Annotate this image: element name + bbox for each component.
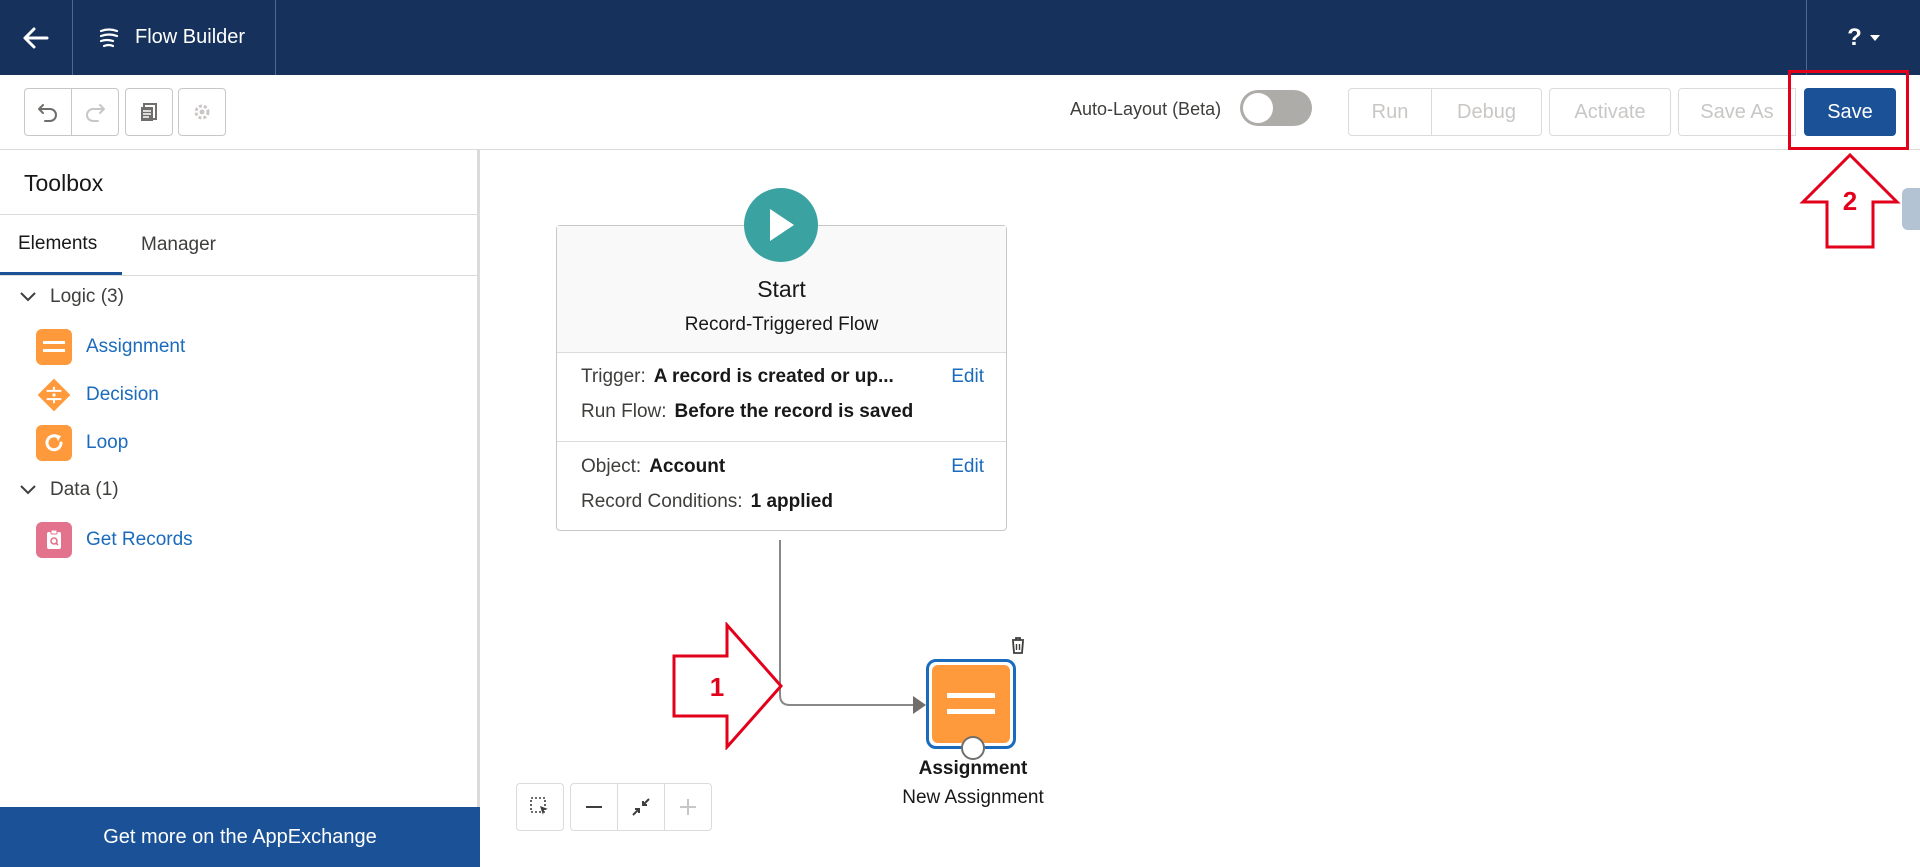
app-title: Flow Builder (135, 26, 246, 48)
debug-button[interactable]: Debug (1431, 88, 1542, 136)
delete-icon[interactable] (1010, 636, 1026, 659)
run-flow-row: Run Flow: Before the record is saved (581, 401, 913, 423)
assignment-icon (36, 329, 72, 365)
tab-manager[interactable]: Manager (141, 215, 216, 275)
play-icon (744, 188, 818, 262)
element-decision[interactable]: Decision (36, 377, 159, 413)
conditions-row: Record Conditions: 1 applied (581, 491, 833, 513)
tab-elements[interactable]: Elements (0, 215, 122, 275)
toolbox-tabs: Elements Manager (0, 214, 478, 276)
trigger-value: A record is created or up... (653, 366, 894, 387)
undo-icon (38, 104, 57, 122)
trigger-row: Trigger: A record is created or up... (581, 366, 894, 388)
annotation-arrow-2: 2 (1799, 152, 1901, 249)
object-row: Object: Account (581, 456, 725, 478)
element-assignment[interactable]: Assignment (36, 329, 185, 365)
start-element-card[interactable]: Start Record-Triggered Flow Trigger: A re… (556, 188, 1007, 531)
run-flow-value: Before the record is saved (674, 401, 914, 422)
object-label: Object: (581, 456, 642, 477)
annotation-number-2: 2 (1843, 186, 1857, 216)
plus-icon (680, 799, 696, 815)
conditions-value: 1 applied (750, 491, 833, 512)
edit-trigger-link[interactable]: Edit (951, 366, 984, 388)
auto-layout-toggle[interactable] (1240, 90, 1312, 126)
copy-icon (141, 103, 157, 121)
category-label: Logic (3) (50, 286, 124, 307)
element-label: Decision (86, 384, 159, 405)
toolbox-title: Toolbox (24, 170, 104, 196)
minus-icon (586, 806, 602, 808)
loop-icon (36, 425, 72, 461)
toolbox-panel: Toolbox Elements Manager Logic (3) Assig… (0, 150, 480, 867)
activate-button[interactable]: Activate (1549, 88, 1671, 136)
appexchange-link[interactable]: Get more on the AppExchange (0, 807, 480, 867)
redo-button[interactable] (71, 88, 119, 136)
help-icon: ? (1847, 23, 1862, 51)
side-panel-toggle[interactable] (1902, 188, 1920, 230)
element-label: Get Records (86, 529, 193, 550)
get-records-icon (36, 522, 72, 558)
flow-canvas[interactable]: Start Record-Triggered Flow Trigger: A re… (483, 150, 1920, 867)
undo-button[interactable] (24, 88, 72, 136)
category-data[interactable]: Data (1) (20, 479, 119, 501)
assignment-icon (932, 665, 1010, 743)
chevron-down-icon (20, 292, 36, 302)
node-name-label: New Assignment (902, 787, 1044, 808)
start-title: Start (757, 276, 806, 302)
run-flow-label: Run Flow: (581, 401, 667, 422)
select-elements-button[interactable] (516, 783, 564, 831)
decision-icon (36, 377, 72, 413)
gear-icon (194, 104, 210, 120)
chevron-down-icon (1869, 34, 1880, 41)
back-arrow-icon (23, 27, 49, 48)
start-subtitle: Record-Triggered Flow (684, 314, 879, 335)
marquee-select-icon (530, 797, 548, 815)
toolbar: Auto-Layout (Beta) Run Debug Activate Sa… (0, 75, 1920, 150)
save-as-button[interactable]: Save As (1678, 88, 1796, 136)
zoom-out-button[interactable] (570, 783, 618, 831)
trigger-label: Trigger: (581, 366, 646, 387)
object-value: Account (649, 456, 726, 477)
category-label: Data (1) (50, 479, 119, 500)
zoom-in-button[interactable] (664, 783, 712, 831)
app-brand: Flow Builder (73, 0, 276, 75)
section-divider (557, 441, 1006, 442)
category-logic[interactable]: Logic (3) (20, 286, 124, 308)
copy-button[interactable] (125, 88, 173, 136)
annotation-arrow-1: 1 (672, 622, 784, 750)
element-label: Assignment (86, 336, 186, 357)
assignment-node[interactable] (926, 659, 1016, 760)
edit-object-link[interactable]: Edit (951, 456, 984, 478)
settings-button[interactable] (178, 88, 226, 136)
top-bar: Flow Builder ? (0, 0, 1920, 75)
collapse-icon (632, 798, 650, 816)
node-type-label: Assignment (918, 758, 1028, 779)
chevron-down-icon (20, 485, 36, 495)
auto-layout-label: Auto-Layout (Beta) (1070, 99, 1222, 119)
fit-view-button[interactable] (617, 783, 665, 831)
redo-icon (86, 104, 105, 122)
element-loop[interactable]: Loop (36, 425, 128, 461)
run-button[interactable]: Run (1348, 88, 1432, 136)
toggle-knob (1243, 93, 1273, 123)
save-highlight-box (1788, 70, 1909, 150)
help-menu-button[interactable]: ? (1806, 0, 1920, 75)
back-button[interactable] (0, 0, 73, 75)
annotation-number-1: 1 (710, 672, 724, 702)
connector-handle[interactable] (961, 736, 985, 760)
element-label: Loop (86, 432, 129, 453)
conditions-label: Record Conditions: (581, 491, 743, 512)
flow-icon (99, 27, 119, 47)
element-get-records[interactable]: Get Records (36, 522, 193, 558)
